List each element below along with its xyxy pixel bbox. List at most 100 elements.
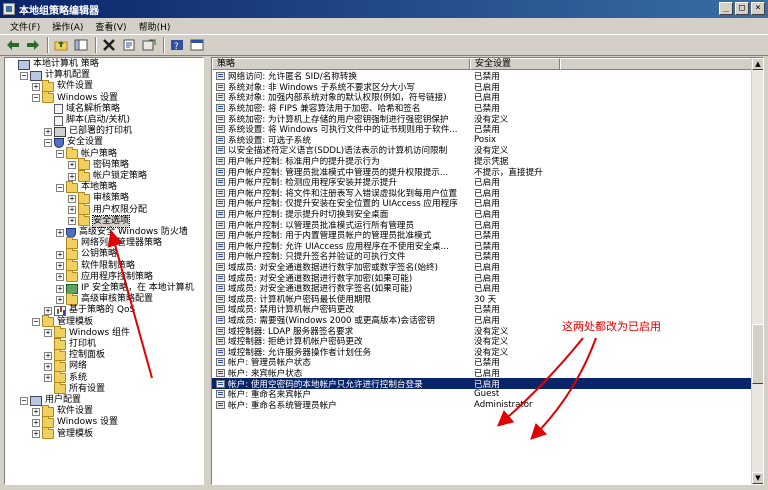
properties-icon[interactable] — [120, 37, 138, 53]
maximize-button[interactable]: □ — [735, 2, 749, 15]
collapse-icon[interactable]: − — [32, 94, 40, 103]
tree-item[interactable]: + 高级安全 Windows 防火墙 — [56, 227, 188, 238]
policy-icon — [216, 305, 225, 314]
tree-item-label: 用户配置 — [45, 395, 82, 405]
tree-item[interactable]: 本地计算机 策略 — [8, 59, 99, 70]
minimize-button[interactable]: _ — [719, 2, 733, 15]
vertical-scrollbar[interactable]: ▲ ▼ — [751, 58, 763, 484]
expand-icon[interactable]: + — [32, 82, 40, 91]
forward-arrow-icon[interactable] — [24, 37, 42, 53]
console-tree[interactable]: 本地计算机 策略 − 计算机配置 + 软件设置 − Windows 设置 域名解析策略 脚本(启… — [4, 57, 204, 485]
scroll-up-button[interactable]: ▲ — [752, 58, 763, 70]
tree-item[interactable]: − 计算机配置 — [20, 70, 90, 81]
expand-icon[interactable]: + — [56, 295, 64, 304]
tree-item[interactable]: + IP 安全策略，在 本地计算机 — [56, 283, 194, 294]
policy-list[interactable]: 策略 安全设置 网络访问: 允许匿名 SID/名称转换 已禁用 系统对象: 非 Wi… — [211, 57, 764, 485]
collapse-icon[interactable]: − — [20, 71, 28, 80]
tree-item[interactable]: 脚本(启动/关机) — [44, 115, 130, 126]
tree-item[interactable]: + 系统 — [44, 371, 87, 384]
expand-icon[interactable]: + — [44, 351, 52, 360]
tree-item-label: 控制面板 — [69, 350, 106, 361]
delete-icon[interactable] — [100, 37, 118, 53]
tree-item[interactable]: − 安全设置 — [44, 137, 103, 148]
show-hide-tree-icon[interactable] — [72, 37, 90, 53]
tree-item[interactable]: − Windows 设置 — [32, 91, 118, 104]
console-icon[interactable] — [188, 37, 206, 53]
expand-icon[interactable]: + — [32, 418, 40, 427]
tree-item-label: 网络 — [69, 361, 88, 372]
expand-icon[interactable]: + — [44, 306, 52, 315]
column-header-policy[interactable]: 策略 — [212, 58, 470, 70]
policy-icon — [216, 390, 225, 399]
tree-item[interactable]: + 安全选项 — [68, 214, 131, 228]
folder-icon — [66, 147, 78, 160]
expand-icon[interactable]: + — [32, 407, 40, 416]
printer-icon — [54, 126, 66, 137]
tree-item[interactable]: − 用户配置 — [20, 395, 81, 406]
expand-icon[interactable]: + — [44, 374, 52, 383]
expand-icon[interactable]: + — [56, 273, 64, 282]
policy-setting: Posix — [474, 134, 497, 145]
tree-item[interactable]: − 管理模板 — [32, 315, 93, 328]
scroll-thumb[interactable] — [752, 324, 763, 384]
tree-item[interactable]: 域名解析策略 — [44, 104, 120, 115]
collapse-icon[interactable]: − — [32, 318, 40, 327]
expand-icon[interactable]: + — [68, 161, 76, 170]
close-button[interactable]: × — [751, 2, 765, 15]
tree-item[interactable]: + 已部署的打印机 — [44, 126, 132, 137]
expand-icon[interactable]: + — [68, 217, 76, 226]
tree-item[interactable]: + 应用程序控制策略 — [56, 270, 153, 283]
tree-item[interactable]: + 帐户锁定策略 — [68, 169, 147, 182]
menu-help[interactable]: 帮助(H) — [133, 20, 177, 33]
expand-icon[interactable]: + — [56, 228, 64, 237]
computer-icon — [18, 59, 30, 70]
back-arrow-icon[interactable] — [4, 37, 22, 53]
export-icon[interactable] — [140, 37, 158, 53]
tree-item[interactable]: + 网络 — [44, 359, 88, 372]
tree-item[interactable]: 打印机 — [44, 337, 96, 350]
doc-icon — [54, 115, 63, 126]
collapse-icon[interactable]: − — [56, 183, 64, 192]
expand-icon[interactable]: + — [56, 262, 64, 271]
policy-row[interactable]: 帐户: 重命名系统管理员帐户 Administrator — [212, 400, 752, 411]
collapse-icon[interactable]: − — [44, 138, 52, 147]
scroll-down-button[interactable]: ▼ — [752, 472, 763, 484]
tree-item[interactable]: 所有设置 — [44, 382, 105, 395]
expand-icon[interactable]: + — [56, 284, 64, 293]
expand-icon[interactable]: + — [44, 362, 52, 371]
menu-action[interactable]: 操作(A) — [46, 20, 89, 33]
pane-splitter[interactable] — [205, 57, 209, 485]
menu-view[interactable]: 查看(V) — [89, 20, 132, 33]
expand-icon[interactable]: + — [68, 206, 76, 215]
column-header-setting[interactable]: 安全设置 — [470, 58, 560, 70]
expand-icon[interactable]: + — [44, 127, 52, 136]
up-folder-icon[interactable] — [52, 37, 70, 53]
policy-icon — [216, 316, 225, 325]
tree-item[interactable]: + 基于策略的 QoS — [44, 305, 135, 316]
tree-item-label: 已部署的打印机 — [69, 126, 133, 137]
expand-icon[interactable]: + — [44, 329, 52, 338]
expand-icon[interactable]: + — [56, 250, 64, 259]
help-icon[interactable]: ? — [168, 37, 186, 53]
tree-item[interactable]: − 本地策略 — [56, 180, 118, 193]
toolbar-separator — [163, 37, 165, 53]
collapse-icon[interactable]: − — [56, 150, 64, 159]
tree-item[interactable]: − 帐户策略 — [56, 147, 117, 160]
policy-icon — [216, 157, 225, 166]
policy-icon — [216, 241, 225, 250]
expand-icon[interactable]: + — [32, 430, 40, 439]
tree-item[interactable]: + 高级审核策略配置 — [56, 292, 153, 305]
policy-icon — [216, 358, 225, 367]
expand-icon[interactable]: + — [68, 172, 76, 181]
tree-item[interactable]: + 管理模板 — [32, 427, 93, 440]
menu-file[interactable]: 文件(F) — [4, 20, 46, 33]
policy-icon — [216, 379, 225, 388]
policy-icon — [216, 347, 225, 356]
expand-icon[interactable]: + — [68, 194, 76, 203]
collapse-icon[interactable]: − — [20, 396, 28, 405]
tree-item-label: 本地策略 — [81, 182, 118, 193]
folder-icon — [78, 169, 90, 182]
title-bar[interactable]: 本地组策略编辑器 _ □ × — [0, 0, 768, 18]
policy-icon — [216, 369, 225, 378]
policy-icon — [216, 210, 225, 219]
